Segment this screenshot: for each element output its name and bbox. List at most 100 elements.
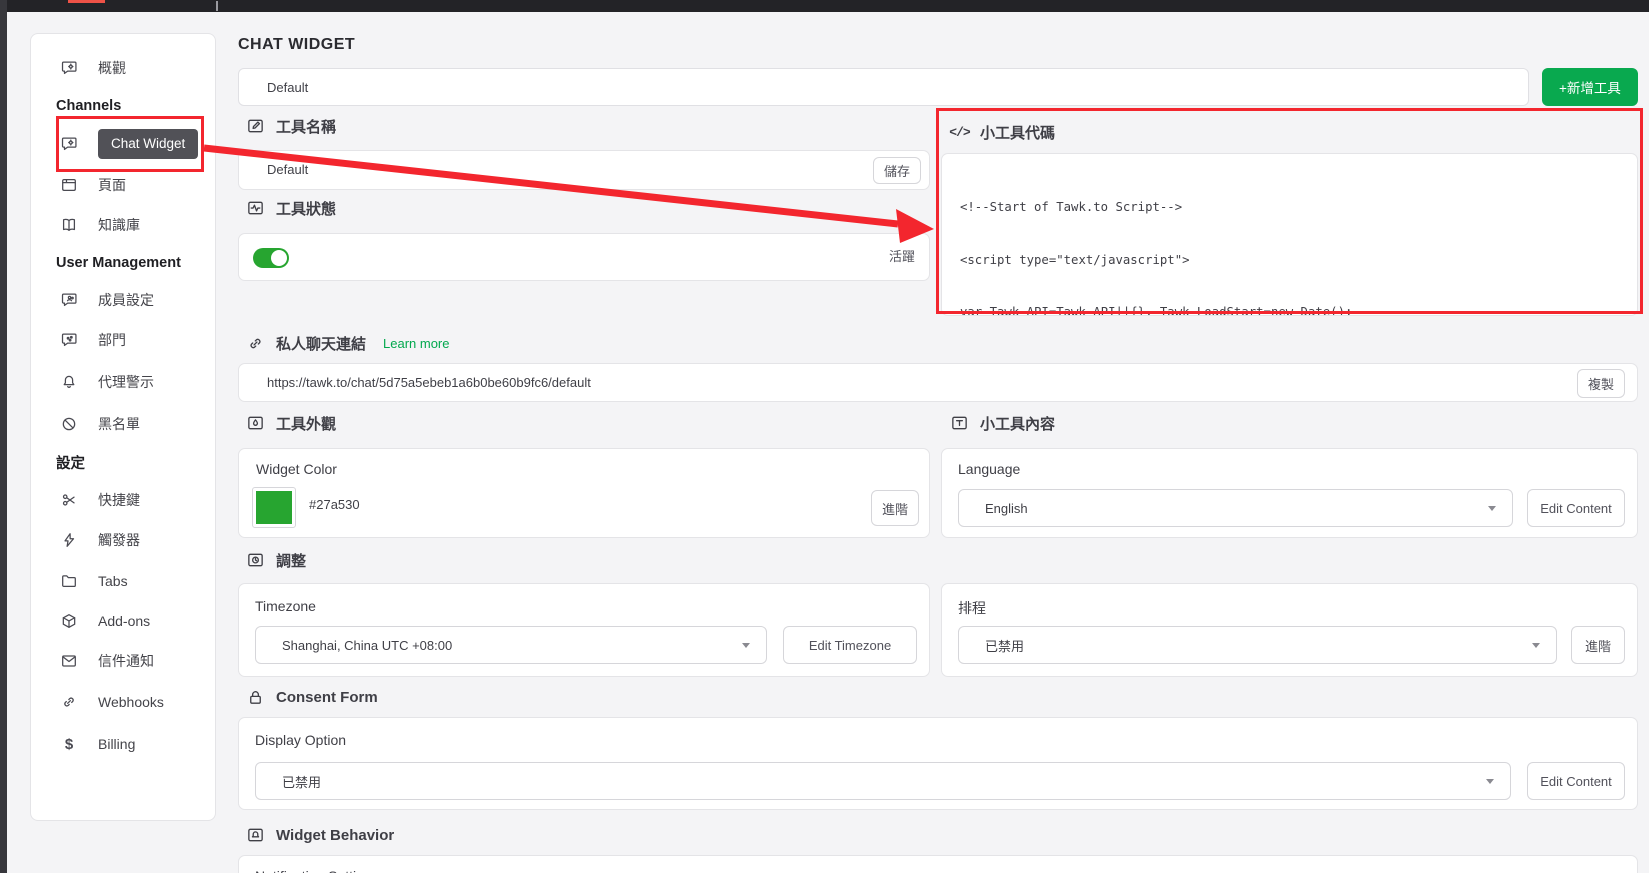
widget-selector[interactable]: Default xyxy=(238,68,1529,106)
schedule-dropdown[interactable]: 已禁用 xyxy=(958,626,1557,664)
link-icon xyxy=(60,693,78,711)
color-swatch[interactable] xyxy=(252,487,296,528)
consent-edit-button[interactable]: Edit Content xyxy=(1527,762,1625,800)
sidebar-item-departments[interactable]: 部門 xyxy=(60,326,126,354)
section-title: Widget Behavior xyxy=(276,826,395,844)
code-line: var Tawk_API=Tawk_API||{}, Tawk_LoadStar… xyxy=(960,305,1353,316)
section-title: 私人聊天連結 xyxy=(276,335,367,353)
status-toggle[interactable] xyxy=(253,248,289,268)
widget-code-box[interactable]: <!--Start of Tawk.to Script--> <script t… xyxy=(941,153,1638,316)
section-widget-name: 工具名稱 xyxy=(246,115,336,137)
chevron-down-icon xyxy=(1532,642,1540,648)
topbar-divider xyxy=(216,1,218,11)
status-label: 活躍 xyxy=(888,249,915,264)
section-title: 工具名稱 xyxy=(276,118,337,136)
members-icon xyxy=(60,291,78,309)
widget-color-label: Widget Color xyxy=(256,461,337,477)
sidebar-item-addons[interactable]: Add-ons xyxy=(60,607,150,635)
code-icon: </> xyxy=(949,124,970,140)
section-widget-appearance: 工具外觀 xyxy=(246,412,336,434)
chevron-down-icon xyxy=(1486,778,1494,784)
section-title: 工具外觀 xyxy=(276,415,337,433)
chevron-down-icon xyxy=(1488,505,1496,511)
sidebar-section-settings: 設定 xyxy=(56,455,85,472)
color-hex-value: #27a530 xyxy=(309,497,360,512)
copy-button[interactable]: 複製 xyxy=(1577,369,1625,398)
sidebar-item-label: Tabs xyxy=(98,573,128,589)
sidebar-item-label: 快捷鍵 xyxy=(98,492,140,508)
add-widget-button[interactable]: +新增工具 xyxy=(1542,68,1638,106)
sidebar-item-chat-widget[interactable]: Chat Widget xyxy=(60,129,199,159)
chat-widget-icon xyxy=(60,135,78,153)
sidebar-item-label: 概觀 xyxy=(98,60,126,76)
schedule-value: 已禁用 xyxy=(985,638,1025,654)
sidebar-item-label: Add-ons xyxy=(98,613,151,629)
app-window: 概觀 Channels Chat Widget 頁面 知識庫 User Mana… xyxy=(0,0,1649,873)
dollar-icon: $ xyxy=(64,735,74,753)
section-adjust: 調整 xyxy=(246,549,306,571)
section-title: 工具狀態 xyxy=(276,200,337,218)
sidebar-item-label: 觸發器 xyxy=(98,532,140,548)
widget-name-input[interactable]: Default xyxy=(267,151,308,189)
section-direct-chat-link: 私人聊天連結 Learn more xyxy=(246,332,450,354)
sidebar-item-label: Webhooks xyxy=(98,694,164,710)
adjust-icon xyxy=(246,551,265,570)
lock-icon xyxy=(246,688,265,707)
learn-more-link[interactable]: Learn more xyxy=(383,336,449,351)
ban-icon xyxy=(60,415,78,433)
sidebar-item-pages[interactable]: 頁面 xyxy=(60,171,126,199)
sidebar-item-label: 黑名單 xyxy=(98,416,140,432)
folder-icon xyxy=(60,572,78,590)
sidebar-item-mail-notifications[interactable]: 信件通知 xyxy=(60,647,154,675)
widget-status-card: 活躍 xyxy=(238,233,930,281)
chevron-down-icon xyxy=(742,642,750,648)
mail-icon xyxy=(60,652,78,670)
sidebar-item-knowledge-base[interactable]: 知識庫 xyxy=(60,211,140,239)
language-dropdown[interactable]: English xyxy=(958,489,1513,527)
sidebar-item-agent-alerts[interactable]: 代理警示 xyxy=(60,368,154,396)
page-title: CHAT WIDGET xyxy=(238,36,356,53)
content-edit-button[interactable]: Edit Content xyxy=(1527,489,1625,527)
schedule-advanced-button[interactable]: 進階 xyxy=(1571,626,1625,664)
language-label: Language xyxy=(958,461,1021,477)
section-title: 小工具代碼 xyxy=(980,124,1056,142)
timezone-card: Timezone Shanghai, China UTC +08:00 Edit… xyxy=(238,583,930,677)
appearance-advanced-button[interactable]: 進階 xyxy=(871,490,919,526)
sidebar-item-billing[interactable]: $ Billing xyxy=(60,730,136,758)
edit-timezone-button[interactable]: Edit Timezone xyxy=(783,626,917,664)
status-icon xyxy=(246,199,265,218)
display-option-dropdown[interactable]: 已禁用 xyxy=(255,762,1511,800)
sidebar-item-shortcuts[interactable]: 快捷鍵 xyxy=(60,486,140,514)
display-option-value: 已禁用 xyxy=(282,774,322,790)
color-swatch-fill xyxy=(256,491,292,524)
sidebar-item-label: 知識庫 xyxy=(98,217,140,233)
sidebar-item-label: 代理警示 xyxy=(98,374,154,390)
language-value: English xyxy=(985,500,1028,516)
sidebar-item-triggers[interactable]: 觸發器 xyxy=(60,526,140,554)
timezone-dropdown[interactable]: Shanghai, China UTC +08:00 xyxy=(255,626,767,664)
content-icon xyxy=(950,414,969,433)
display-option-label: Display Option xyxy=(255,732,347,748)
widget-name-card: Default 儲存 xyxy=(238,150,930,190)
save-button[interactable]: 儲存 xyxy=(873,157,921,184)
sidebar-item-webhooks[interactable]: Webhooks xyxy=(60,688,164,716)
timezone-label: Timezone xyxy=(255,598,316,614)
consent-card: Display Option 已禁用 Edit Content xyxy=(238,717,1638,810)
browser-topbar xyxy=(0,0,1649,12)
appearance-card: Widget Color #27a530 進階 xyxy=(238,448,930,538)
sidebar-item-tabs[interactable]: Tabs xyxy=(60,567,128,595)
sidebar-item-label: 信件通知 xyxy=(98,653,154,669)
section-widget-behavior: Widget Behavior xyxy=(246,824,394,846)
departments-icon xyxy=(60,331,78,349)
sidebar-item-label: 頁面 xyxy=(98,177,126,193)
sidebar-item-label: 部門 xyxy=(98,332,126,348)
section-title: 調整 xyxy=(276,552,307,570)
sidebar-item-members[interactable]: 成員設定 xyxy=(60,286,154,314)
sidebar-item-overview[interactable]: 概觀 xyxy=(60,54,126,82)
section-widget-status: 工具狀態 xyxy=(246,197,336,219)
sidebar-item-blacklist[interactable]: 黑名單 xyxy=(60,410,140,438)
sidebar-section-user-management: User Management xyxy=(56,255,181,271)
direct-link-input[interactable]: https://tawk.to/chat/5d75a5ebeb1a6b0be60… xyxy=(267,364,591,401)
browser-tab-indicator xyxy=(68,0,105,3)
widget-selector-value: Default xyxy=(267,79,309,95)
